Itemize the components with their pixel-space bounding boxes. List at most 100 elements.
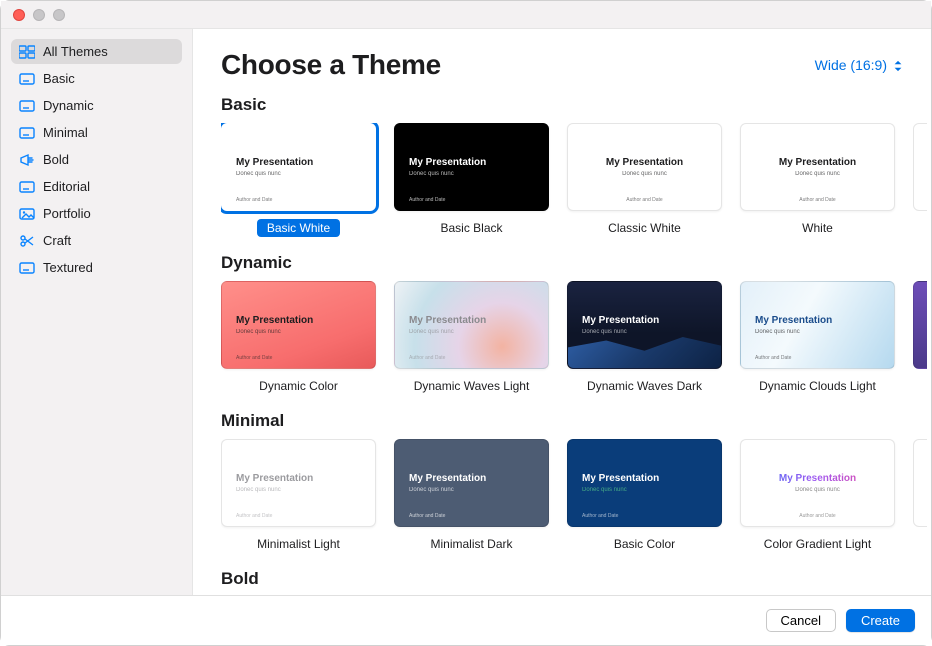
thumb-title: My Presentation bbox=[582, 157, 707, 169]
theme-grid-scroller[interactable]: Basic My Presentation Donec quis nunc Autho… bbox=[193, 89, 931, 595]
theme-section-basic: Basic My Presentation Donec quis nunc Autho… bbox=[221, 95, 931, 239]
sidebar-item-textured[interactable]: Textured bbox=[11, 255, 182, 280]
section-title: Minimal bbox=[221, 411, 931, 431]
theme-name-label: Minimalist Light bbox=[257, 537, 340, 551]
thumb-author: Author and Date bbox=[582, 513, 618, 519]
theme-name-label: Basic Black bbox=[440, 221, 502, 235]
thumb-author: Author and Date bbox=[568, 197, 721, 203]
theme-thumbnail[interactable]: My PresentationDonec quis nuncAuthor and… bbox=[394, 281, 549, 369]
thumb-author: Author and Date bbox=[409, 355, 445, 361]
theme-card-white[interactable]: My PresentationDonec quis nuncAuthor and… bbox=[740, 123, 895, 239]
theme-thumbnail[interactable]: My PresentationDonec quis nuncAuthor and… bbox=[567, 281, 722, 369]
thumb-subtitle: Donec quis nunc bbox=[755, 329, 880, 335]
theme-chooser-main: Choose a Theme Wide (16:9) BasicMy Prese… bbox=[193, 29, 931, 595]
theme-name-label: Color Gradient Light bbox=[764, 537, 871, 551]
theme-section-dynamic: Dynamic My Presentation Donec quis nunc Aut… bbox=[221, 253, 931, 397]
create-button[interactable]: Create bbox=[846, 609, 915, 632]
theme-row-overflow-hint bbox=[913, 439, 927, 527]
thumb-author: Author and Date bbox=[582, 355, 618, 361]
thumb-subtitle: Donec quis nunc bbox=[582, 171, 707, 177]
sidebar-item-label: Textured bbox=[43, 260, 93, 275]
theme-thumbnail[interactable]: My Presentation Donec quis nunc Author and… bbox=[221, 281, 376, 369]
theme-thumbnail[interactable]: My PresentationDonec quis nuncAuthor and… bbox=[394, 123, 549, 211]
theme-name-label: Basic Color bbox=[614, 537, 675, 551]
section-title: Basic bbox=[221, 95, 931, 115]
sidebar-item-label: Craft bbox=[43, 233, 71, 248]
sidebar-item-label: All Themes bbox=[43, 44, 108, 59]
theme-card-minimalist-dark[interactable]: My PresentationDonec quis nuncAuthor and… bbox=[394, 439, 549, 555]
theme-card-dynamic-color[interactable]: My Presentation Donec quis nunc Author and… bbox=[221, 281, 376, 397]
slide-icon bbox=[19, 99, 35, 113]
grid-icon bbox=[19, 45, 35, 59]
cancel-button[interactable]: Cancel bbox=[766, 609, 836, 632]
thumb-subtitle: Donec quis nunc bbox=[236, 171, 361, 177]
megaphone-icon bbox=[19, 153, 35, 167]
slide-icon bbox=[19, 180, 35, 194]
theme-name-label: Dynamic Waves Light bbox=[414, 379, 530, 393]
close-icon[interactable] bbox=[13, 9, 25, 21]
thumb-subtitle: Donec quis nunc bbox=[409, 329, 534, 335]
zoom-icon bbox=[53, 9, 65, 21]
sidebar-item-portfolio[interactable]: Portfolio bbox=[11, 201, 182, 226]
theme-name-label: Classic White bbox=[608, 221, 681, 235]
sidebar-item-label: Bold bbox=[43, 152, 69, 167]
scissors-icon bbox=[19, 234, 35, 248]
sidebar-item-dynamic[interactable]: Dynamic bbox=[11, 93, 182, 118]
theme-card-minimalist-light[interactable]: My PresentationDonec quis nuncAuthor and… bbox=[221, 439, 376, 555]
sidebar-item-bold[interactable]: Bold bbox=[11, 147, 182, 172]
thumb-title: My Presentation bbox=[236, 315, 361, 327]
thumb-subtitle: Donec quis nunc bbox=[236, 487, 361, 493]
theme-card-dynamic-clouds-light[interactable]: My PresentationDonec quis nuncAuthor and… bbox=[740, 281, 895, 397]
thumb-subtitle: Donec quis nunc bbox=[409, 487, 534, 493]
theme-thumbnail[interactable]: My PresentationDonec quis nuncAuthor and… bbox=[740, 281, 895, 369]
thumb-author: Author and Date bbox=[236, 197, 272, 203]
theme-name-label: Basic White bbox=[257, 219, 340, 237]
chevron-up-down-icon bbox=[893, 59, 903, 71]
thumb-author: Author and Date bbox=[741, 513, 894, 519]
aspect-ratio-picker[interactable]: Wide (16:9) bbox=[815, 57, 903, 73]
theme-name-label: Dynamic Waves Dark bbox=[587, 379, 702, 393]
theme-section-minimal: MinimalMy PresentationDonec quis nuncAut… bbox=[221, 411, 931, 555]
theme-card-dynamic-waves-dark[interactable]: My PresentationDonec quis nuncAuthor and… bbox=[567, 281, 722, 397]
theme-card-classic-white[interactable]: My Presentation Donec quis nunc Author and… bbox=[567, 123, 722, 239]
section-title: Dynamic bbox=[221, 253, 931, 273]
theme-name-label: Dynamic Color bbox=[259, 379, 338, 393]
photo-icon bbox=[19, 207, 35, 221]
sidebar-item-basic[interactable]: Basic bbox=[11, 66, 182, 91]
theme-name-label: White bbox=[802, 221, 833, 235]
theme-thumbnail[interactable]: My PresentationDonec quis nuncAuthor and… bbox=[740, 439, 895, 527]
theme-card-dynamic-waves-light[interactable]: My PresentationDonec quis nuncAuthor and… bbox=[394, 281, 549, 397]
theme-card-basic-white[interactable]: My PresentationDonec quis nuncAuthor and… bbox=[221, 123, 376, 239]
thumb-author: Author and Date bbox=[409, 513, 445, 519]
sidebar-item-label: Dynamic bbox=[43, 98, 94, 113]
thumb-author: Author and Date bbox=[755, 355, 791, 361]
slide-icon bbox=[19, 261, 35, 275]
theme-card-basic-black[interactable]: My PresentationDonec quis nuncAuthor and… bbox=[394, 123, 549, 239]
theme-card-basic-color[interactable]: My PresentationDonec quis nuncAuthor and… bbox=[567, 439, 722, 555]
thumb-subtitle: Donec quis nunc bbox=[409, 171, 534, 177]
sidebar-item-all-themes[interactable]: All Themes bbox=[11, 39, 182, 64]
sidebar-item-label: Portfolio bbox=[43, 206, 91, 221]
theme-thumbnail[interactable]: My PresentationDonec quis nuncAuthor and… bbox=[221, 439, 376, 527]
thumb-subtitle: Donec quis nunc bbox=[236, 329, 361, 335]
theme-row-overflow-hint bbox=[913, 123, 927, 211]
aspect-ratio-label: Wide (16:9) bbox=[815, 57, 887, 73]
theme-thumbnail[interactable]: My PresentationDonec quis nuncAuthor and… bbox=[221, 123, 376, 211]
sidebar-item-craft[interactable]: Craft bbox=[11, 228, 182, 253]
theme-thumbnail[interactable]: My PresentationDonec quis nuncAuthor and… bbox=[394, 439, 549, 527]
theme-card-color-gradient-light[interactable]: My PresentationDonec quis nuncAuthor and… bbox=[740, 439, 895, 555]
sidebar-item-minimal[interactable]: Minimal bbox=[11, 120, 182, 145]
sidebar-item-editorial[interactable]: Editorial bbox=[11, 174, 182, 199]
sidebar-item-label: Minimal bbox=[43, 125, 88, 140]
thumb-title: My Presentation bbox=[582, 473, 707, 485]
sidebar-item-label: Basic bbox=[43, 71, 75, 86]
thumb-subtitle: Donec quis nunc bbox=[755, 487, 880, 493]
theme-category-sidebar: All Themes Basic Dynamic Minimal Bold Editori… bbox=[1, 29, 193, 595]
theme-name-label: Dynamic Clouds Light bbox=[759, 379, 876, 393]
theme-thumbnail[interactable]: My Presentation Donec quis nunc Author and… bbox=[567, 123, 722, 211]
theme-thumbnail[interactable]: My PresentationDonec quis nuncAuthor and… bbox=[740, 123, 895, 211]
thumb-title: My Presentation bbox=[409, 157, 534, 169]
theme-thumbnail[interactable]: My PresentationDonec quis nuncAuthor and… bbox=[567, 439, 722, 527]
sidebar-item-label: Editorial bbox=[43, 179, 90, 194]
thumb-author: Author and Date bbox=[236, 355, 272, 361]
